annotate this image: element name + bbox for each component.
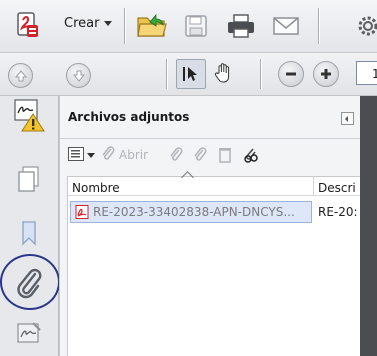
open-attachment-icon	[100, 145, 116, 165]
create-button-label: Crear	[64, 15, 100, 31]
chevron-down-icon	[87, 152, 95, 158]
next-page-icon[interactable]	[66, 63, 91, 88]
zoom-out-icon[interactable]	[278, 61, 304, 87]
panel-title: Archivos adjuntos	[68, 110, 190, 124]
select-tool-icon[interactable]	[176, 59, 206, 89]
create-button[interactable]: Crear	[60, 10, 116, 36]
table-header: Nombre Descri	[68, 171, 362, 196]
zoom-in-icon[interactable]	[313, 61, 339, 87]
open-folder-icon[interactable]	[135, 10, 169, 40]
settings-icon[interactable]	[356, 12, 377, 40]
toolbar-separator	[318, 8, 319, 44]
attachments-panel: Archivos adjuntos Abrir Nombre Descri RE…	[59, 96, 362, 356]
save-attachment-icon[interactable]	[168, 145, 184, 165]
table-row[interactable]: RE-2023-33402838-APN-DNCYS...	[70, 201, 312, 223]
sign-icon[interactable]	[10, 314, 48, 352]
document-area[interactable]	[360, 96, 377, 356]
open-attachment-button[interactable]: Abrir	[100, 145, 148, 165]
sort-ascending-icon[interactable]	[181, 171, 194, 184]
toolbar-separator	[124, 8, 125, 44]
hand-tool-icon[interactable]	[210, 59, 238, 87]
column-divider[interactable]	[313, 177, 314, 195]
add-attachment-icon[interactable]	[192, 145, 208, 165]
email-icon[interactable]	[270, 12, 302, 40]
attachment-options-button[interactable]	[68, 145, 95, 165]
open-attachment-label: Abrir	[119, 148, 149, 162]
save-icon[interactable]	[182, 12, 210, 40]
toolbar-separator	[260, 59, 261, 89]
toolbar-separator	[166, 59, 167, 89]
chevron-down-icon	[104, 20, 113, 26]
main-toolbar: Crear	[0, 0, 377, 53]
signatures-icon[interactable]	[10, 96, 48, 134]
highlight-circle	[0, 254, 60, 310]
print-icon[interactable]	[225, 12, 257, 40]
navigation-toolbar: / 1 1	[0, 53, 377, 140]
attachments-panel-header: Archivos adjuntos	[60, 96, 361, 139]
page-thumbnails-icon[interactable]	[10, 160, 48, 198]
previous-page-icon[interactable]	[8, 63, 33, 88]
search-attachment-icon[interactable]	[243, 145, 261, 165]
attachment-description: RE-20:	[318, 205, 358, 219]
navigation-pane	[0, 96, 60, 356]
column-name-header[interactable]: Nombre	[72, 181, 120, 195]
column-description-header[interactable]: Descri	[318, 181, 356, 195]
delete-attachment-icon[interactable]	[218, 145, 232, 165]
acrobat-window: Crear 1 1 Archivos adjuntos Abrir Nombre…	[0, 0, 377, 356]
bookmarks-icon[interactable]	[10, 214, 48, 252]
attachments-table: Nombre Descri RE-2023-33402838-APN-DNCYS…	[67, 171, 362, 356]
collapse-panel-button[interactable]	[341, 112, 354, 125]
zoom-input[interactable]: 1	[356, 61, 377, 85]
pdf-file-icon	[75, 205, 89, 222]
attachment-options-icon	[68, 146, 84, 164]
create-pdf-icon[interactable]	[12, 10, 42, 40]
attachment-file-name: RE-2023-33402838-APN-DNCYS...	[93, 205, 295, 219]
